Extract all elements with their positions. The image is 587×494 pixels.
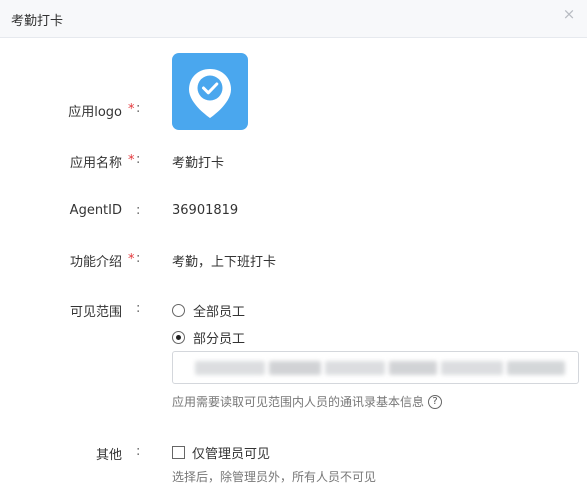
blurred-member	[325, 361, 385, 375]
required-mark: *	[128, 153, 135, 168]
colon: :	[136, 101, 141, 116]
radio-some-label: 部分员工	[193, 331, 246, 347]
agentid-label: AgentID	[69, 203, 122, 218]
blurred-member	[269, 361, 321, 375]
scope-hint-text: 应用需要读取可见范围内人员的通讯录基本信息	[172, 395, 425, 409]
colon: :	[136, 301, 141, 316]
app-logo[interactable]	[172, 53, 248, 130]
close-icon[interactable]: ×	[561, 6, 577, 22]
agentid-value: 36901819	[172, 203, 239, 218]
colon: :	[136, 203, 141, 218]
name-label: 应用名称	[69, 156, 122, 171]
scope-row: 可见范围 :	[0, 301, 587, 321]
blurred-member	[389, 361, 437, 375]
required-mark: *	[128, 102, 135, 117]
help-icon[interactable]: ?	[428, 394, 443, 409]
scope-label: 可见范围	[69, 305, 122, 320]
logo-row: 应用logo * :	[0, 101, 587, 121]
colon: :	[136, 251, 141, 266]
radio-button-selected[interactable]	[172, 330, 185, 344]
scope-hint: 应用需要读取可见范围内人员的通讯录基本信息 ?	[172, 393, 443, 410]
admin-only-label: 仅管理员可见	[192, 446, 271, 462]
blurred-member	[195, 361, 265, 375]
required-mark: *	[128, 252, 135, 267]
location-check-icon	[189, 69, 231, 118]
checkbox[interactable]	[172, 445, 185, 459]
other-hint: 选择后，除管理员外，所有人员不可见	[172, 468, 376, 485]
colon: :	[136, 444, 141, 459]
other-row: 其他 :	[0, 444, 587, 464]
radio-some-employees[interactable]: 部分员工	[172, 328, 246, 347]
dialog-titlebar: 考勤打卡 ×	[0, 0, 587, 38]
blurred-member	[507, 361, 565, 375]
other-label: 其他	[95, 448, 122, 463]
radio-all-label: 全部员工	[193, 304, 246, 320]
agentid-row: AgentID : 36901819	[0, 203, 587, 223]
name-row: 应用名称 * : 考勤打卡	[0, 152, 587, 172]
dialog-title: 考勤打卡	[11, 14, 64, 29]
blurred-member	[441, 361, 503, 375]
other-hint-text: 选择后，除管理员外，所有人员不可见	[172, 470, 377, 484]
logo-label: 应用logo	[68, 105, 122, 120]
admin-only-checkbox[interactable]: 仅管理员可见	[172, 443, 271, 462]
member-select-input[interactable]	[172, 351, 579, 384]
colon: :	[136, 152, 141, 167]
radio-button[interactable]	[172, 303, 185, 317]
app-name-value: 考勤打卡	[172, 156, 225, 171]
intro-label: 功能介绍	[69, 255, 122, 270]
radio-all-employees[interactable]: 全部员工	[172, 301, 246, 320]
intro-value: 考勤，上下班打卡	[172, 255, 277, 270]
intro-row: 功能介绍 * : 考勤，上下班打卡	[0, 251, 587, 271]
